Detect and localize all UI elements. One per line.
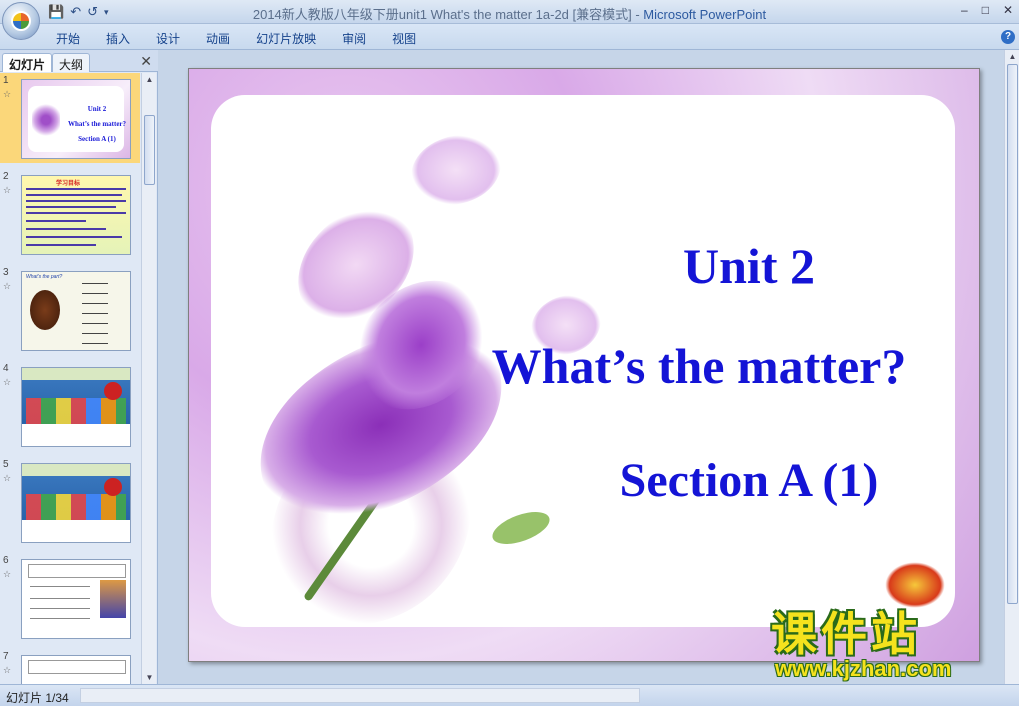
slide-counter: 幻灯片 1/34 [6,691,69,705]
help-icon[interactable]: ? [1001,30,1015,44]
watermark-url: www.kjzhan.com [775,656,952,681]
thumb-heading: What's the part? [26,274,63,280]
document-title: 2014新人教版八年级下册unit1 What's the matter 1a-… [252,7,644,22]
slide-number: 3 [3,267,9,278]
scroll-up-icon[interactable]: ▲ [1007,52,1018,61]
ribbon-tabs: 开始 插入 设计 动画 幻灯片放映 审阅 视图 ? [0,24,1019,50]
slides-pane: 幻灯片 大纲 ✕ 1 ☆ Unit 2 What’s the matter? S… [0,50,158,684]
slide-number: 2 [3,171,9,182]
status-bar: 幻灯片 1/34 [0,684,1019,706]
slide-thumbnail[interactable]: What's the part? [21,271,131,351]
slide-thumbnail[interactable] [21,463,131,543]
window-title: 2014新人教版八年级下册unit1 What's the matter 1a-… [0,4,1019,23]
thumb-heading: 学习目标 [56,181,81,187]
leaf-decoration [488,505,554,551]
slide-thumbnail[interactable] [21,655,131,684]
slide-thumbnail[interactable]: Unit 2 What’s the matter? Section A (1) [21,79,131,159]
close-button[interactable]: ✕ [1003,3,1013,17]
slide-title-question[interactable]: What’s the matter? [439,337,959,395]
slide-thumbnail-row[interactable]: 1 ☆ Unit 2 What’s the matter? Section A … [0,73,140,163]
animation-star-icon: ☆ [3,473,12,483]
animation-star-icon: ☆ [3,89,12,99]
title-bar: 💾 ↶ ↺ ▾ 2014新人教版八年级下册unit1 What's the ma… [0,0,1019,40]
slide-thumbnail-row[interactable]: 5 ☆ [0,457,140,547]
scroll-down-icon[interactable]: ▼ [144,673,155,682]
slide-thumbnail-row[interactable]: 3 ☆ What's the part? [0,265,140,355]
tab-review[interactable]: 审阅 [342,30,366,47]
tab-slide-show[interactable]: 幻灯片放映 [256,30,316,47]
slide-number: 5 [3,459,9,470]
tab-home[interactable]: 开始 [56,30,80,47]
slide-thumbnail-row[interactable]: 4 ☆ [0,361,140,451]
petal-decoration [411,135,501,205]
person-image [100,580,126,618]
animation-star-icon: ☆ [3,569,12,579]
slide-thumbnail-row[interactable]: 2 ☆ 学习目标 [0,169,140,259]
office-button[interactable] [2,2,40,40]
app-name: Microsoft PowerPoint [643,7,767,22]
horizontal-scrollbar[interactable] [80,688,640,703]
face-image [30,290,60,330]
slide-thumbnail[interactable] [21,367,131,447]
thumb-title-line: Unit 2 [87,105,107,113]
tab-slides[interactable]: 幻灯片 [2,53,53,72]
slide-thumbnail-row[interactable]: 7 ☆ [0,649,140,684]
slide-number: 1 [3,75,9,86]
tab-view[interactable]: 视图 [392,30,416,47]
slide-thumbnail-list: 1 ☆ Unit 2 What’s the matter? Section A … [0,73,140,684]
kjzhan-watermark: 课件站 www.kjzhan.com [765,558,1005,684]
minimize-button[interactable]: – [961,3,968,17]
animation-star-icon: ☆ [3,281,12,291]
scroll-up-icon[interactable]: ▲ [144,75,155,84]
maximize-button[interactable]: □ [982,3,989,17]
tab-insert[interactable]: 插入 [106,30,130,47]
pane-tabs: 幻灯片 大纲 ✕ [0,50,158,72]
tab-animations[interactable]: 动画 [206,30,230,47]
animation-star-icon: ☆ [3,185,12,195]
thumbnail-scrollbar[interactable]: ▲ ▼ [141,73,156,684]
thumb-title-line: What’s the matter? [67,120,127,128]
slide-number: 7 [3,651,9,662]
tab-outline[interactable]: 大纲 [52,53,91,72]
slide-number: 6 [3,555,9,566]
flower-image [32,102,60,138]
slide-scrollbar[interactable]: ▲ [1004,50,1019,684]
slide-title-section[interactable]: Section A (1) [519,453,979,508]
animation-star-icon: ☆ [3,377,12,387]
watermark-chinese-text: 课件站 [771,607,921,661]
kids-image [26,398,126,424]
office-logo-icon [11,11,31,31]
slide-thumbnail[interactable]: 学习目标 [21,175,131,255]
tab-design[interactable]: 设计 [156,30,180,47]
slide-thumbnail-row[interactable]: 6 ☆ [0,553,140,643]
slide-number: 4 [3,363,9,374]
slide-title-unit[interactable]: Unit 2 [519,237,979,295]
slide-thumbnail[interactable] [21,559,131,639]
kids-image [26,494,126,520]
close-pane-icon[interactable]: ✕ [140,53,152,70]
animation-star-icon: ☆ [3,665,12,675]
scroll-thumb[interactable] [144,115,155,185]
thumb-title-line: Section A (1) [78,135,116,143]
window-controls: – □ ✕ [961,3,1013,17]
scroll-thumb[interactable] [1007,64,1018,604]
